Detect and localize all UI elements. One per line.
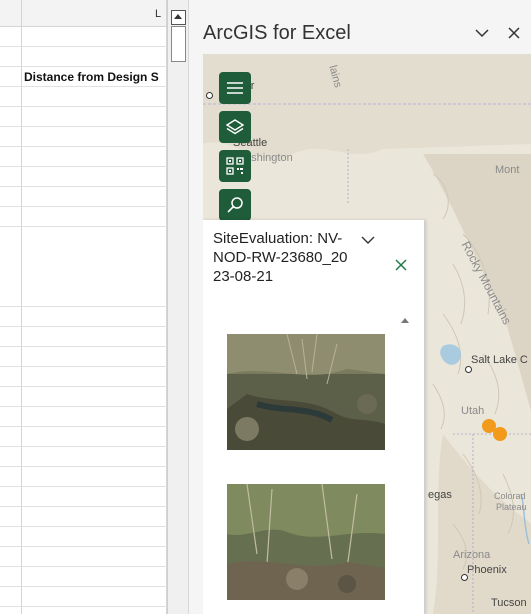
qr-code-button[interactable]: [219, 150, 251, 182]
row-line: [0, 86, 167, 87]
site-photo-image: [227, 334, 385, 450]
row-line: [0, 486, 167, 487]
row-line: [0, 66, 167, 67]
row-line: [0, 146, 167, 147]
row-line: [0, 306, 167, 307]
layers-button[interactable]: [219, 111, 251, 143]
scroll-thumb[interactable]: [171, 26, 186, 62]
row-line: [0, 586, 167, 587]
map-label-salt-lake-city: Salt Lake C: [471, 354, 528, 366]
spreadsheet-grid[interactable]: L Distance from Design S: [0, 0, 167, 614]
row-line: [0, 546, 167, 547]
column-header-l[interactable]: L: [155, 8, 161, 20]
column-divider: [21, 0, 22, 614]
row-line: [0, 446, 167, 447]
site-photo[interactable]: [227, 334, 385, 450]
layers-icon: [226, 119, 244, 135]
site-photo-image: [227, 484, 385, 600]
city-marker: [465, 366, 472, 373]
popup-title: SiteEvaluation: NV-NOD-RW-23680_2023-08-…: [213, 230, 348, 285]
row-line: [0, 166, 167, 167]
row-line: [0, 566, 167, 567]
map-label-las-vegas: egas: [428, 489, 452, 501]
city-marker: [206, 92, 213, 99]
row-line: [0, 386, 167, 387]
scroll-up-button[interactable]: [171, 10, 186, 25]
row-line: [0, 126, 167, 127]
qr-code-icon: [226, 157, 244, 175]
row-line: [0, 406, 167, 407]
row-line: [0, 106, 167, 107]
map-label-arizona: Arizona: [453, 549, 491, 561]
pane-title: ArcGIS for Excel: [203, 22, 351, 44]
column-header-row[interactable]: L: [0, 0, 167, 27]
menu-icon: [227, 82, 243, 94]
row-line: [0, 526, 167, 527]
row-line: [0, 366, 167, 367]
close-icon[interactable]: [507, 26, 521, 40]
close-icon[interactable]: [395, 259, 407, 271]
row-line: [0, 226, 167, 227]
site-photo[interactable]: [227, 484, 385, 600]
arcgis-task-pane: ArcGIS for Excel Seattle Washington lain…: [188, 0, 531, 614]
row-line: [0, 46, 167, 47]
map-label-colorado-plateau: Colorad: [494, 491, 526, 501]
row-line: [0, 346, 167, 347]
map-label-colorado-plateau: Plateau: [496, 502, 527, 512]
map-label-utah: Utah: [461, 405, 485, 417]
vertical-scrollbar[interactable]: [167, 0, 188, 614]
row-line: [0, 186, 167, 187]
menu-button[interactable]: [219, 72, 251, 104]
map-view[interactable]: nver Seattle Washington lains Mont Rocky…: [203, 54, 531, 614]
search-button[interactable]: [219, 189, 251, 221]
feature-popup: SiteEvaluation: NV-NOD-RW-23680_2023-08-…: [203, 220, 425, 614]
city-marker: [461, 574, 468, 581]
search-icon: [227, 197, 243, 213]
map-label-tucson: Tucson: [491, 597, 527, 609]
map-label-phoenix: Phoenix: [467, 564, 507, 576]
chevron-down-icon[interactable]: [361, 234, 375, 246]
row-line: [0, 506, 167, 507]
row-line: [0, 326, 167, 327]
header-cell-distance[interactable]: Distance from Design S: [24, 70, 159, 84]
scroll-up-arrow-icon[interactable]: [400, 316, 410, 324]
row-line: [0, 206, 167, 207]
site-point-marker[interactable]: [493, 427, 507, 441]
row-line: [0, 466, 167, 467]
row-line: [0, 606, 167, 607]
map-label-montana: Mont: [495, 164, 520, 176]
row-line: [0, 426, 167, 427]
chevron-down-icon[interactable]: [474, 26, 490, 40]
